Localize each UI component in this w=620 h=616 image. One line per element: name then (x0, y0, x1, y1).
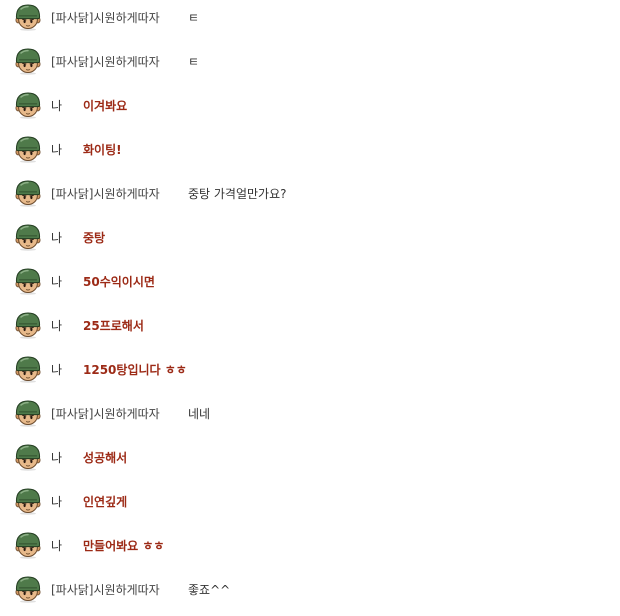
soldier-helmet-avatar-icon (15, 224, 41, 251)
soldier-helmet-avatar-icon (15, 4, 41, 31)
my-message-row: 나 50수익이시면 (0, 264, 620, 308)
message-text: 중탕 가격얼만가요? (188, 187, 287, 201)
message-text: 중탕 (83, 231, 106, 245)
other-message-row: [파사닭]시원하게따자 네네 (0, 396, 620, 440)
message-text: 만들어봐요 ㅎㅎ (83, 539, 165, 553)
sender-name: [파사닭]시원하게따자 (51, 55, 160, 69)
soldier-helmet-avatar-icon (15, 488, 41, 515)
my-message-row: 나 화이팅! (0, 132, 620, 176)
sender-name: 나 (51, 231, 63, 245)
sender-name: 나 (51, 319, 63, 333)
soldier-helmet-avatar-icon (15, 180, 41, 207)
message-text: 25프로해서 (83, 319, 144, 333)
sender-name: 나 (51, 539, 63, 553)
sender-name: [파사닭]시원하게따자 (51, 11, 160, 25)
sender-name: [파사닭]시원하게따자 (51, 583, 160, 597)
soldier-helmet-avatar-icon (15, 92, 41, 119)
message-text: 화이팅! (83, 143, 122, 157)
sender-name: 나 (51, 363, 63, 377)
other-message-row: [파사닭]시원하게따자 좋죠^^ (0, 572, 620, 616)
soldier-helmet-avatar-icon (15, 312, 41, 339)
message-text: 1250탕입니다 ㅎㅎ (83, 363, 187, 377)
my-message-row: 나 중탕 (0, 220, 620, 264)
sender-name: 나 (51, 275, 63, 289)
my-message-row: 나 인연깊게 (0, 484, 620, 528)
my-message-row: 나 성공해서 (0, 440, 620, 484)
sender-name: 나 (51, 99, 63, 113)
other-message-row: [파사닭]시원하게따자 중탕 가격얼만가요? (0, 176, 620, 220)
message-text: ㅌ (188, 55, 200, 69)
soldier-helmet-avatar-icon (15, 48, 41, 75)
chat-log: [파사닭]시원하게따자 ㅌ [파사닭]시원하게따자 ㅌ 나 이겨봐요 나 화이팅… (0, 0, 620, 616)
soldier-helmet-avatar-icon (15, 576, 41, 603)
message-text: 이겨봐요 (83, 99, 128, 113)
soldier-helmet-avatar-icon (15, 444, 41, 471)
other-message-row: [파사닭]시원하게따자 ㅌ (0, 0, 620, 44)
message-text: 좋죠^^ (188, 583, 231, 597)
sender-name: 나 (51, 143, 63, 157)
message-text: 50수익이시면 (83, 275, 155, 289)
my-message-row: 나 만들어봐요 ㅎㅎ (0, 528, 620, 572)
soldier-helmet-avatar-icon (15, 532, 41, 559)
my-message-row: 나 1250탕입니다 ㅎㅎ (0, 352, 620, 396)
soldier-helmet-avatar-icon (15, 136, 41, 163)
my-message-row: 나 25프로해서 (0, 308, 620, 352)
sender-name: [파사닭]시원하게따자 (51, 187, 160, 201)
message-text: ㅌ (188, 11, 200, 25)
soldier-helmet-avatar-icon (15, 268, 41, 295)
sender-name: 나 (51, 495, 63, 509)
other-message-row: [파사닭]시원하게따자 ㅌ (0, 44, 620, 88)
my-message-row: 나 이겨봐요 (0, 88, 620, 132)
sender-name: 나 (51, 451, 63, 465)
message-text: 네네 (188, 407, 211, 421)
message-text: 성공해서 (83, 451, 128, 465)
soldier-helmet-avatar-icon (15, 356, 41, 383)
sender-name: [파사닭]시원하게따자 (51, 407, 160, 421)
message-text: 인연깊게 (83, 495, 128, 509)
soldier-helmet-avatar-icon (15, 400, 41, 427)
